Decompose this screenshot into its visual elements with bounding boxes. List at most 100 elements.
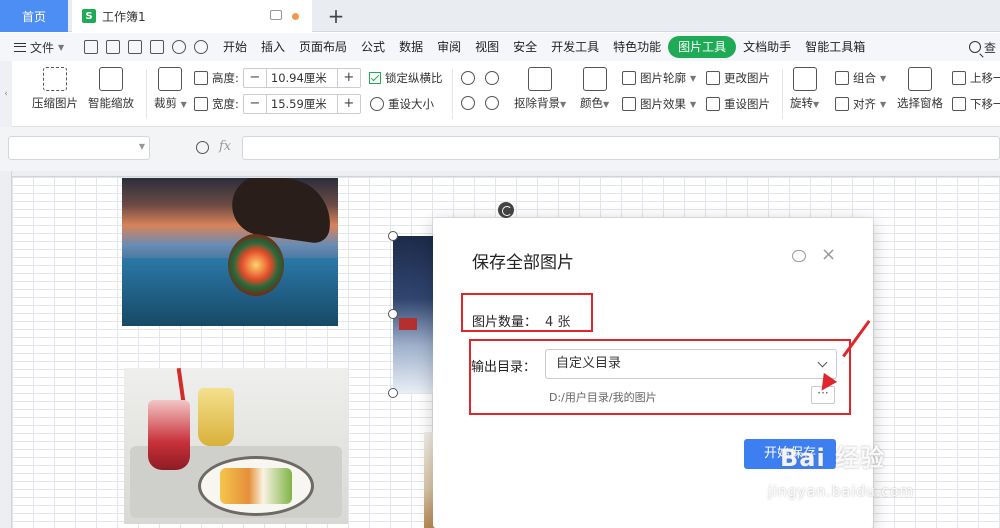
rotate-handle-icon[interactable] <box>498 202 514 218</box>
formula-input[interactable] <box>242 136 1000 160</box>
height-icon <box>194 71 208 85</box>
menu-item-review[interactable]: 审阅 <box>430 36 468 58</box>
crop-icon <box>158 67 183 91</box>
contrast-down-icon[interactable] <box>485 96 499 110</box>
picture-effect-button[interactable]: 图片效果 ▼ <box>622 96 696 112</box>
crop-label: 裁剪 ▼ <box>154 95 187 111</box>
menu-item-view[interactable]: 视图 <box>468 36 506 58</box>
bring-forward-label: 上移一 <box>970 71 1000 85</box>
remove-background-button[interactable]: 抠除背景▼ <box>514 67 566 111</box>
menu-item-picture-tools[interactable]: 图片工具 <box>668 36 737 58</box>
save-icon[interactable] <box>84 40 98 54</box>
compress-picture-button[interactable]: 压缩图片 <box>32 67 78 111</box>
tab-home[interactable]: 首页 <box>0 0 68 32</box>
height-decrease-button[interactable]: − <box>244 69 266 87</box>
tab-document[interactable]: S 工作簿1 <box>72 0 312 32</box>
width-increase-button[interactable]: + <box>338 95 360 113</box>
contrast-up-icon[interactable] <box>461 96 475 110</box>
menu-search[interactable]: 查 <box>968 39 1000 56</box>
menu-bar: 文件 ▼ 开始 插入 页面布局 公式 数据 审阅 视图 安全 开发工具 特色功能… <box>0 33 1000 61</box>
column-headers <box>0 171 1000 177</box>
color-button[interactable]: 颜色▼ <box>580 67 609 111</box>
resize-handle[interactable] <box>388 231 398 241</box>
magic-wand-icon <box>528 67 553 91</box>
color-palette-icon <box>582 67 607 91</box>
file-menu[interactable]: 文件 ▼ <box>0 39 84 56</box>
feedback-icon[interactable] <box>792 250 806 262</box>
compress-icon <box>43 67 67 91</box>
menu-item-formulas[interactable]: 公式 <box>354 36 392 58</box>
send-backward-label: 下移一 <box>970 97 1000 111</box>
print-preview-icon[interactable] <box>150 40 164 54</box>
menu-item-doc-assistant[interactable]: 文档助手 <box>736 36 798 58</box>
close-icon[interactable]: × <box>821 246 836 264</box>
search-icon <box>968 41 981 53</box>
menu-item-developer[interactable]: 开发工具 <box>544 36 606 58</box>
crop-button[interactable]: 裁剪 ▼ <box>154 67 187 111</box>
group-label: 组合 <box>853 71 876 85</box>
smart-zoom-button[interactable]: 智能缩放 <box>88 67 134 111</box>
send-backward-icon <box>952 97 966 111</box>
menu-item-page-layout[interactable]: 页面布局 <box>292 36 354 58</box>
bring-forward-button[interactable]: 上移一 <box>952 70 1000 86</box>
smart-zoom-icon <box>99 67 123 91</box>
new-tab-button[interactable]: + <box>324 3 348 29</box>
brightness-down-icon[interactable] <box>485 71 499 85</box>
height-input[interactable]: 10.94厘米 <box>265 69 338 87</box>
zoom-icon[interactable] <box>196 141 209 154</box>
brightness-buttons <box>461 71 499 85</box>
send-backward-button[interactable]: 下移一 <box>952 96 1000 112</box>
chevron-down-icon: ▼ <box>813 100 820 109</box>
resize-handle[interactable] <box>388 309 398 319</box>
name-box[interactable]: ▼ <box>8 136 150 160</box>
menu-item-security[interactable]: 安全 <box>506 36 544 58</box>
menu-item-insert[interactable]: 插入 <box>254 36 292 58</box>
chevron-down-icon: ▼ <box>138 142 145 151</box>
ribbon-divider <box>782 69 783 119</box>
ribbon-collapse-handle[interactable]: ‹ <box>0 61 12 127</box>
reset-size-button[interactable]: 重设大小 <box>370 96 434 112</box>
group-button[interactable]: 组合 ▼ <box>835 70 886 86</box>
export-icon[interactable] <box>106 40 120 54</box>
monitor-icon[interactable] <box>270 10 282 20</box>
change-picture-button[interactable]: 更改图片 <box>706 70 770 86</box>
chevron-down-icon: ▼ <box>880 99 887 109</box>
quick-access-toolbar <box>84 40 216 54</box>
selection-pane-button[interactable]: 选择窗格 <box>897 67 943 111</box>
start-save-button[interactable]: 开始保存 <box>744 439 836 469</box>
undo-icon[interactable] <box>172 40 186 54</box>
width-decrease-button[interactable]: − <box>244 95 266 113</box>
redo-icon[interactable] <box>194 40 208 54</box>
chevron-down-icon: ▼ <box>690 73 697 83</box>
lock-aspect-ratio-checkbox[interactable]: 锁定纵横比 <box>369 70 443 86</box>
width-input[interactable]: 15.59厘米 <box>265 95 338 113</box>
picture-outline-button[interactable]: 图片轮廓 ▼ <box>622 70 696 86</box>
remove-background-label: 抠除背景▼ <box>514 95 566 111</box>
picture-lantern[interactable] <box>122 178 338 326</box>
height-increase-button[interactable]: + <box>338 69 360 87</box>
picture-outline-icon <box>622 71 636 85</box>
contrast-buttons <box>461 96 499 110</box>
brightness-up-icon[interactable] <box>461 71 475 85</box>
picture-snow-scene[interactable] <box>393 236 433 393</box>
bring-forward-icon <box>952 71 966 85</box>
menu-item-start[interactable]: 开始 <box>216 36 254 58</box>
color-label-text: 颜色 <box>580 96 603 110</box>
picture-sandwich <box>220 468 292 504</box>
formula-bar: ▼ fx <box>0 127 1000 171</box>
print-icon[interactable] <box>128 40 142 54</box>
picture-drinks[interactable] <box>124 368 348 524</box>
reset-picture-label: 重设图片 <box>724 97 770 111</box>
align-button[interactable]: 对齐 ▼ <box>835 96 886 112</box>
tab-bar: 首页 S 工作簿1 + <box>0 0 1000 32</box>
rotate-icon <box>792 67 817 91</box>
menu-item-special-features[interactable]: 特色功能 <box>606 36 668 58</box>
picture-red-house <box>399 318 417 330</box>
fx-icon[interactable]: fx <box>219 139 231 154</box>
menu-item-data[interactable]: 数据 <box>392 36 430 58</box>
reset-picture-button[interactable]: 重设图片 <box>706 96 770 112</box>
resize-handle[interactable] <box>388 388 398 398</box>
rotate-button[interactable]: 旋转▼ <box>790 67 819 111</box>
menu-item-smart-toolbox[interactable]: 智能工具箱 <box>798 36 872 58</box>
picture-red-glass <box>148 400 190 470</box>
